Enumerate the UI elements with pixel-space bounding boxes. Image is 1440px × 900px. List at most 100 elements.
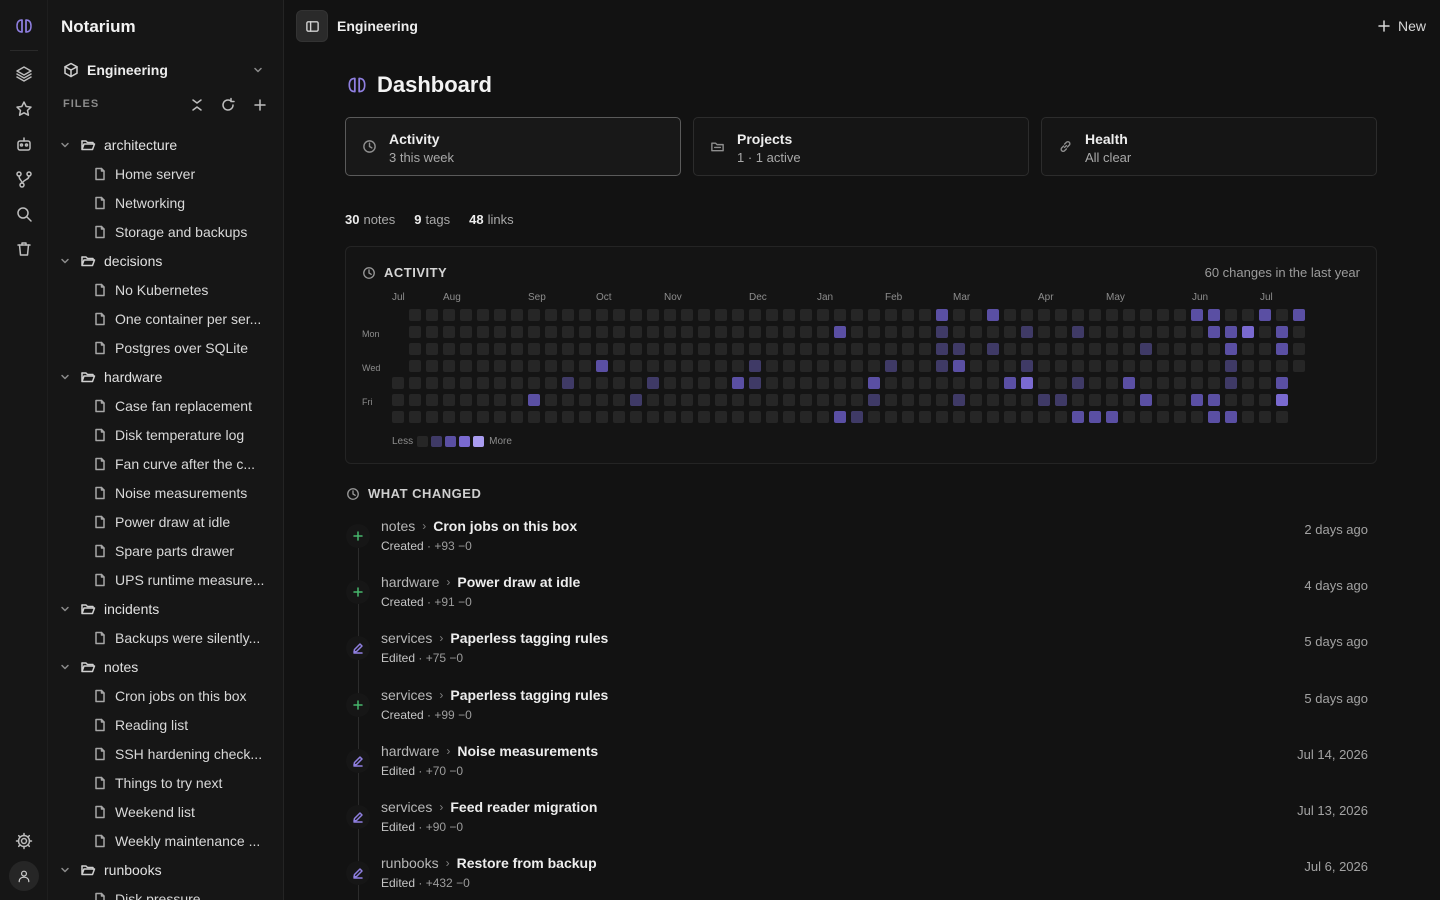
heatmap-cell[interactable]	[1140, 377, 1152, 389]
heatmap-cell[interactable]	[698, 309, 710, 321]
heatmap-cell[interactable]	[1259, 360, 1271, 372]
heatmap-cell[interactable]	[970, 309, 982, 321]
heatmap-cell[interactable]	[426, 326, 438, 338]
heatmap-cell[interactable]	[1259, 343, 1271, 355]
heatmap-cell[interactable]	[1089, 394, 1101, 406]
heatmap-cell[interactable]	[851, 360, 863, 372]
heatmap-cell[interactable]	[460, 309, 472, 321]
heatmap-cell[interactable]	[511, 360, 523, 372]
tree-folder[interactable]: notes	[48, 652, 283, 681]
heatmap-cell[interactable]	[409, 411, 421, 423]
tree-folder[interactable]: runbooks	[48, 855, 283, 884]
heatmap-cell[interactable]	[1157, 377, 1169, 389]
heatmap-cell[interactable]	[902, 411, 914, 423]
heatmap-cell[interactable]	[715, 326, 727, 338]
heatmap-cell[interactable]	[392, 377, 404, 389]
layers-icon[interactable]	[14, 64, 34, 84]
heatmap-cell[interactable]	[783, 377, 795, 389]
heatmap-cell[interactable]	[766, 411, 778, 423]
heatmap-cell[interactable]	[715, 411, 727, 423]
heatmap-cell[interactable]	[1208, 394, 1220, 406]
heatmap-cell[interactable]	[409, 360, 421, 372]
add-file-icon[interactable]	[252, 97, 268, 113]
heatmap-cell[interactable]	[1140, 394, 1152, 406]
heatmap-cell[interactable]	[1293, 309, 1305, 321]
heatmap-cell[interactable]	[477, 394, 489, 406]
heatmap-cell[interactable]	[698, 360, 710, 372]
heatmap-cell[interactable]	[783, 343, 795, 355]
heatmap-cell[interactable]	[1191, 343, 1203, 355]
heatmap-cell[interactable]	[494, 326, 506, 338]
heatmap-cell[interactable]	[1242, 309, 1254, 321]
heatmap-cell[interactable]	[1174, 411, 1186, 423]
tree-file[interactable]: Fan curve after the c...	[48, 449, 283, 478]
heatmap-cell[interactable]	[800, 326, 812, 338]
heatmap-cell[interactable]	[902, 394, 914, 406]
heatmap-cell[interactable]	[630, 309, 642, 321]
heatmap-cell[interactable]	[630, 360, 642, 372]
star-icon[interactable]	[14, 99, 34, 119]
heatmap-cell[interactable]	[443, 326, 455, 338]
heatmap-cell[interactable]	[1174, 309, 1186, 321]
heatmap-cell[interactable]	[1140, 360, 1152, 372]
heatmap-cell[interactable]	[1089, 411, 1101, 423]
heatmap-cell[interactable]	[783, 309, 795, 321]
heatmap-cell[interactable]	[834, 343, 846, 355]
heatmap-cell[interactable]	[1021, 360, 1033, 372]
chevron-down-icon[interactable]	[60, 865, 70, 875]
heatmap-cell[interactable]	[868, 411, 880, 423]
heatmap-cell[interactable]	[545, 309, 557, 321]
change-item[interactable]: services › Paperless tagging rules Created …	[346, 685, 1376, 735]
heatmap-cell[interactable]	[885, 377, 897, 389]
heatmap-cell[interactable]	[1276, 343, 1288, 355]
heatmap-cell[interactable]	[1055, 411, 1067, 423]
heatmap-cell[interactable]	[919, 360, 931, 372]
heatmap-cell[interactable]	[936, 326, 948, 338]
heatmap-cell[interactable]	[987, 377, 999, 389]
tree-file[interactable]: Spare parts drawer	[48, 536, 283, 565]
heatmap-cell[interactable]	[766, 377, 778, 389]
change-folder[interactable]: services	[381, 630, 432, 646]
heatmap-cell[interactable]	[1208, 411, 1220, 423]
heatmap-cell[interactable]	[596, 360, 608, 372]
heatmap-cell[interactable]	[749, 377, 761, 389]
heatmap-cell[interactable]	[579, 377, 591, 389]
heatmap-cell[interactable]	[1038, 360, 1050, 372]
heatmap-cell[interactable]	[970, 394, 982, 406]
heatmap-cell[interactable]	[1242, 377, 1254, 389]
heatmap-cell[interactable]	[851, 343, 863, 355]
heatmap-cell[interactable]	[460, 343, 472, 355]
heatmap-cell[interactable]	[443, 309, 455, 321]
heatmap-cell[interactable]	[1140, 309, 1152, 321]
heatmap-cell[interactable]	[681, 394, 693, 406]
heatmap-cell[interactable]	[1038, 326, 1050, 338]
heatmap-cell[interactable]	[1004, 326, 1016, 338]
heatmap-cell[interactable]	[1157, 343, 1169, 355]
heatmap-cell[interactable]	[987, 326, 999, 338]
tree-file[interactable]: Disk temperature log	[48, 420, 283, 449]
heatmap-cell[interactable]	[732, 411, 744, 423]
change-folder[interactable]: hardware	[381, 574, 439, 590]
tree-folder[interactable]: decisions	[48, 246, 283, 275]
heatmap-cell[interactable]	[630, 411, 642, 423]
heatmap-cell[interactable]	[1123, 377, 1135, 389]
heatmap-cell[interactable]	[1293, 326, 1305, 338]
heatmap-cell[interactable]	[698, 326, 710, 338]
heatmap-cell[interactable]	[1259, 309, 1271, 321]
heatmap-cell[interactable]	[970, 360, 982, 372]
heatmap-cell[interactable]	[783, 326, 795, 338]
heatmap-cell[interactable]	[392, 394, 404, 406]
heatmap-cell[interactable]	[936, 377, 948, 389]
heatmap-cell[interactable]	[919, 343, 931, 355]
heatmap-cell[interactable]	[579, 343, 591, 355]
heatmap-cell[interactable]	[1140, 326, 1152, 338]
heatmap-cell[interactable]	[1242, 326, 1254, 338]
heatmap-cell[interactable]	[426, 394, 438, 406]
heatmap-cell[interactable]	[1276, 360, 1288, 372]
heatmap-cell[interactable]	[1072, 377, 1084, 389]
heatmap-cell[interactable]	[936, 343, 948, 355]
heatmap-cell[interactable]	[970, 411, 982, 423]
heatmap-cell[interactable]	[1174, 394, 1186, 406]
heatmap-cell[interactable]	[1123, 360, 1135, 372]
heatmap-cell[interactable]	[443, 394, 455, 406]
